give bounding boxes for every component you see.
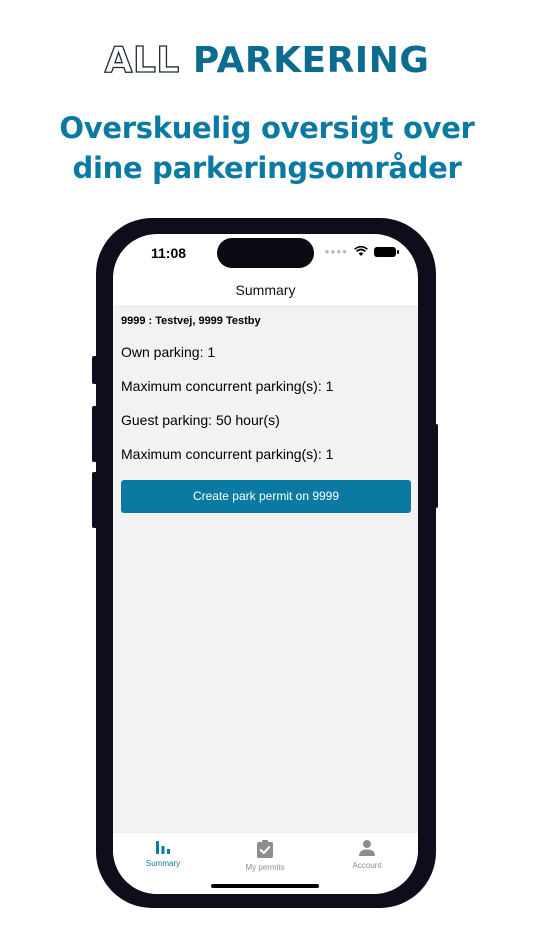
create-permit-button[interactable]: Create park permit on 9999 — [121, 480, 411, 513]
brand-logo-parkering: PARKERING — [192, 40, 430, 81]
dynamic-island — [217, 238, 314, 268]
home-indicator — [211, 884, 319, 888]
own-parking-count: Own parking: 1 — [121, 344, 216, 360]
tab-summary[interactable]: Summary — [113, 839, 213, 868]
battery-icon — [374, 246, 399, 257]
own-max-concurrent: Maximum concurrent parking(s): 1 — [121, 378, 334, 394]
clipboard-check-icon — [257, 840, 273, 858]
person-icon — [359, 840, 375, 856]
headline-line-2: dine parkeringsområder — [72, 151, 462, 185]
parking-area-address: 9999 : Testvej, 9999 Testby — [121, 315, 261, 327]
tab-account[interactable]: Account — [317, 839, 417, 870]
status-time: 11:08 — [151, 245, 187, 261]
brand-logo-all: ALL — [104, 39, 180, 81]
signal-icon: ●●●● — [324, 247, 348, 256]
nav-title: Summary — [235, 282, 296, 298]
tab-my-permits-label: My permits — [245, 863, 285, 872]
phone-screen: 11:08 ●●●● Summary 9999 : Testvej, 9999 … — [113, 234, 418, 894]
guest-parking-hours: Guest parking: 50 hour(s) — [121, 412, 280, 428]
bar-chart-icon — [156, 841, 170, 854]
tab-summary-label: Summary — [145, 859, 181, 868]
status-icons: ●●●● — [324, 246, 399, 257]
brand-logo: ALL PARKERING — [0, 39, 534, 81]
tab-account-label: Account — [352, 861, 382, 870]
guest-max-concurrent: Maximum concurrent parking(s): 1 — [121, 446, 334, 462]
marketing-headline: Overskuelig oversigt over dine parkering… — [0, 108, 534, 188]
wifi-icon — [354, 246, 368, 256]
tab-my-permits[interactable]: My permits — [215, 839, 315, 872]
headline-line-1: Overskuelig oversigt over — [59, 111, 475, 145]
summary-content: 9999 : Testvej, 9999 Testby Own parking:… — [113, 307, 418, 832]
